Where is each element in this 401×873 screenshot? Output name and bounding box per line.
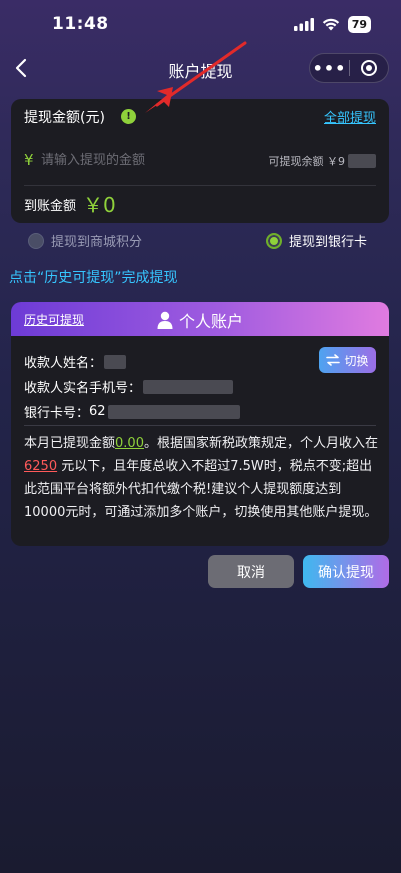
tax-notice: 本月已提现金额0.00。根据国家新税政策规定，个人月收入在 6250 元以下，且… xyxy=(24,432,378,524)
payee-name-redaction xyxy=(104,354,127,369)
battery-indicator: 79 xyxy=(347,16,371,33)
history-hint: 点击“历史可提现”完成提现 xyxy=(9,270,178,286)
radio-mall-points[interactable]: 提现到商城积分 xyxy=(28,231,142,250)
available-balance: 可提现余额 ￥9 xyxy=(268,153,376,169)
amount-input[interactable] xyxy=(41,149,241,171)
divider xyxy=(24,425,376,426)
bank-card-prefix: 62 xyxy=(89,404,106,419)
account-title-text: 个人账户 xyxy=(179,312,244,331)
payee-phone-redaction xyxy=(143,379,234,394)
withdraw-all-link[interactable]: 全部提现 xyxy=(324,107,376,126)
more-icon[interactable]: ••• xyxy=(310,59,349,78)
annotation-arrow-icon xyxy=(145,41,247,113)
withdraw-amount-card: 提现金额(元) ! 全部提现 ¥ 可提现余额 ￥9 到账金额 ￥0 xyxy=(11,41,389,223)
income-limit: 6250 xyxy=(24,459,58,474)
payee-name-label: 收款人姓名： xyxy=(24,356,103,371)
notice-part-3: 元以下，且年度总收入不超过7.5W时，税点不变;超出此范围平台将额外代扣代缴个税… xyxy=(24,459,378,520)
status-icons: 79 xyxy=(293,16,371,33)
cancel-button[interactable]: 取消 xyxy=(208,555,294,588)
bank-card-redaction xyxy=(107,404,240,419)
payee-name-row: 收款人姓名： xyxy=(24,352,127,371)
mini-program-capsule: ••• xyxy=(309,53,389,83)
signal-icon xyxy=(293,18,314,31)
available-balance-label: 可提现余额 ￥9 xyxy=(268,155,346,168)
currency-symbol: ¥ xyxy=(24,151,34,169)
switch-account-button[interactable]: 切换 xyxy=(319,347,376,373)
bank-card-row: 银行卡号： 62 xyxy=(24,402,240,421)
account-card: 历史可提现 个人账户 收款人姓名： 切换 收款人实名手机号： 银行卡号： 62 … xyxy=(11,302,389,546)
radio-bank-card[interactable]: 提现到银行卡 xyxy=(266,231,367,250)
bank-card-label: 银行卡号： xyxy=(24,406,90,421)
radio-label: 提现到银行卡 xyxy=(289,235,368,250)
notice-part-2: 。根据国家新税政策规定，个人月收入在 xyxy=(143,436,378,451)
balance-redaction xyxy=(348,154,376,168)
payee-phone-row: 收款人实名手机号： xyxy=(24,377,234,396)
confirm-withdraw-button[interactable]: 确认提现 xyxy=(303,555,389,588)
withdrawn-amount: 0.00 xyxy=(115,436,144,451)
divider xyxy=(24,185,376,186)
radio-circle-selected xyxy=(266,232,282,249)
arrive-amount-value: ￥0 xyxy=(83,193,116,217)
payee-phone-label: 收款人实名手机号： xyxy=(24,381,142,396)
status-time: 11:48 xyxy=(52,14,109,34)
switch-label: 切换 xyxy=(344,353,369,368)
notice-part-1: 本月已提现金额 xyxy=(24,436,116,451)
wifi-icon xyxy=(322,18,339,31)
account-card-header: 历史可提现 个人账户 xyxy=(11,302,389,336)
user-icon xyxy=(157,311,173,329)
account-title: 个人账户 xyxy=(157,308,243,332)
close-target-icon[interactable] xyxy=(350,59,388,77)
amount-label: 提现金额(元) xyxy=(24,110,105,126)
info-icon[interactable]: ! xyxy=(121,109,136,124)
radio-label: 提现到商城积分 xyxy=(51,235,143,250)
history-withdraw-link[interactable]: 历史可提现 xyxy=(24,311,84,328)
arrive-amount-label: 到账金额 xyxy=(24,199,77,214)
radio-circle xyxy=(28,232,44,249)
swap-icon xyxy=(326,354,341,366)
